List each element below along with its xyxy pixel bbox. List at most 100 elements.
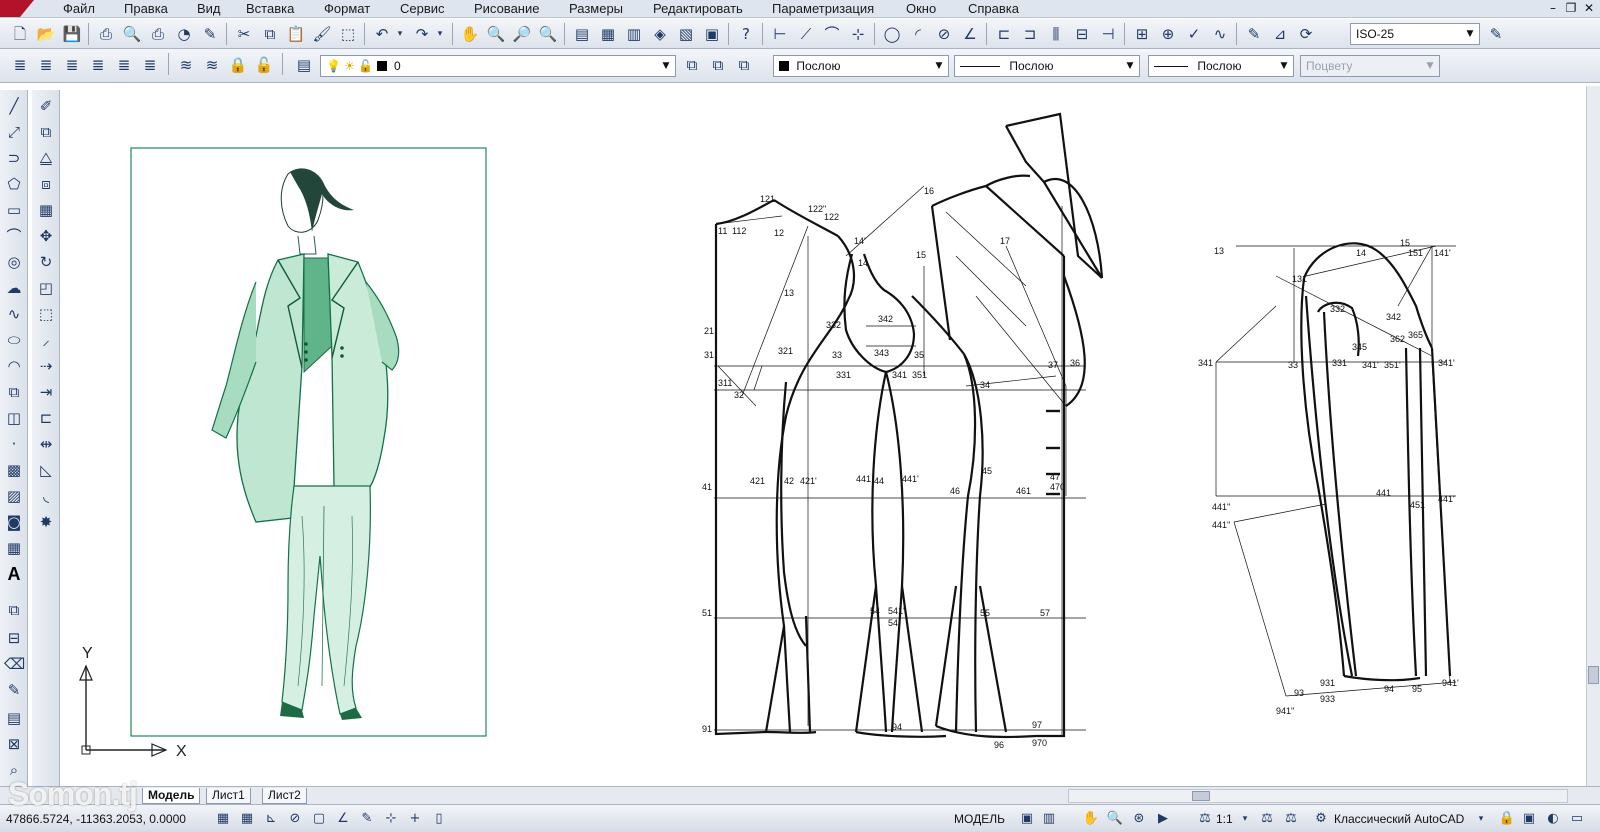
undo-icon[interactable]: ↶ [372,24,392,44]
block-editor-icon[interactable]: ⬚ [338,24,358,44]
dimstyle-manager-icon[interactable]: ✎ [1486,24,1506,44]
menu-parametric[interactable]: Параметризация [772,1,874,16]
inquiry-icon[interactable]: ⊠ [4,734,24,754]
layer-unlock-icon[interactable]: 🔓 [254,55,274,75]
lwt-icon[interactable]: + [406,810,424,828]
layer-match-icon[interactable]: ⧉ [708,55,728,75]
hatch-icon[interactable]: ▩ [4,460,24,480]
dim-edit-icon[interactable]: ✎ [1244,24,1264,44]
menu-insert[interactable]: Вставка [246,1,294,16]
paste-icon[interactable]: 📋 [286,24,306,44]
restore-icon[interactable]: ❐ [1564,2,1578,16]
menu-help[interactable]: Справка [968,1,1019,16]
draw-order-icon[interactable]: ⊟ [4,628,24,648]
revision-cloud-icon[interactable]: ☁ [4,278,24,298]
menu-modify[interactable]: Редактировать [653,1,743,16]
insert-block-icon[interactable]: ⧉ [4,382,24,402]
edit-icon[interactable]: ✎ [4,680,24,700]
jogged-linear-icon[interactable]: ∿ [1210,24,1230,44]
extend-icon[interactable]: ⇢ [36,356,56,376]
make-current-icon[interactable]: ⧉ [682,55,702,75]
move-icon[interactable]: ✥ [36,226,56,246]
redo-dropdown-icon[interactable]: ▾ [434,24,446,44]
dim-ordinate-icon[interactable]: ⊹ [848,24,868,44]
circle-icon[interactable]: ◎ [4,252,24,272]
showmotion-icon[interactable]: ▶ [1154,810,1172,828]
layout-views-icon[interactable]: ▥ [1040,810,1058,828]
menu-draw[interactable]: Рисование [474,1,539,16]
polyline-icon[interactable]: ⊃ [4,148,24,168]
clean-screen-icon[interactable]: ▭ [1568,810,1586,828]
copy-icon[interactable]: ⧉ [260,24,280,44]
vertical-scroll-thumb[interactable] [1588,666,1599,684]
region-icon[interactable]: ◙ [4,512,24,532]
layer-on-icon[interactable]: ≋ [202,55,222,75]
save-icon[interactable]: 💾 [62,24,82,44]
close-icon[interactable]: ✕ [1582,2,1596,16]
annotation-scale-icon[interactable]: ⚖ [1196,810,1214,828]
chevron-down-icon[interactable]: ▾ [1240,810,1250,828]
new-file-icon[interactable]: 🗋 [10,24,30,44]
ducs-icon[interactable]: ✎ [358,810,376,828]
linetype-select[interactable]: Послою ▼ [954,55,1140,77]
inspect-icon[interactable]: ✓ [1184,24,1204,44]
workspace-label[interactable]: Классический AutoCAD [1334,812,1464,826]
menu-format[interactable]: Формат [324,1,370,16]
tool-palettes-icon[interactable]: ▥ [624,24,644,44]
horizontal-scrollbar[interactable] [1068,789,1568,803]
publish-icon[interactable]: ⎙ [148,24,168,44]
etransmit-icon[interactable]: ✎ [200,24,220,44]
gradient-icon[interactable]: ▨ [4,486,24,506]
horizontal-scroll-thumb[interactable] [1192,791,1210,801]
dim-baseline-icon[interactable]: ⊐ [1020,24,1040,44]
tab-layout2[interactable]: Лист2 [262,788,307,804]
scale-icon[interactable]: ◰ [36,278,56,298]
design-center-icon[interactable]: ▦ [598,24,618,44]
zoom-previous-icon[interactable]: 🔍 [538,24,558,44]
center-mark-icon[interactable]: ⊕ [1158,24,1178,44]
color-select[interactable]: Послою ▼ [773,55,949,77]
dim-continue-icon[interactable]: ⫼ [1046,24,1066,44]
eraser-icon[interactable]: ⌫ [4,654,25,674]
table-icon[interactable]: ▦ [4,538,24,558]
offset-icon[interactable]: ⧈ [36,174,56,194]
quick-dim-icon[interactable]: ⊏ [994,24,1014,44]
steering-wheel-icon[interactable]: ⊛ [1130,810,1148,828]
layer-unisolate-icon[interactable]: ≣ [88,55,108,75]
grid-icon[interactable]: ▦ [238,810,256,828]
multiline-text-icon[interactable]: A [4,564,24,584]
arc-icon[interactable]: ⌒ [4,226,24,246]
pan-icon[interactable]: ✋ [460,24,480,44]
undo-dropdown-icon[interactable]: ▾ [394,24,406,44]
layout-icon[interactable]: ▣ [1018,810,1036,828]
tab-layout1[interactable]: Лист1 [206,788,251,804]
print-icon[interactable]: ⎙ [96,24,116,44]
dim-radius-icon[interactable]: ◯ [882,24,902,44]
zoom-realtime-icon[interactable]: 🔍 [486,24,506,44]
print-preview-icon[interactable]: 🔍 [122,24,142,44]
redo-icon[interactable]: ↷ [412,24,432,44]
tab-model[interactable]: Модель [142,788,201,804]
zoom-status-icon[interactable]: 🔍 [1106,810,1124,828]
menu-dimension[interactable]: Размеры [569,1,623,16]
isolate-objects-icon[interactable]: ◐ [1544,810,1562,828]
annotation-visibility-icon[interactable]: ⚖ [1258,810,1276,828]
menu-view[interactable]: Вид [197,1,221,16]
menu-edit[interactable]: Правка [124,1,168,16]
match-properties-icon[interactable]: 🖌 [312,24,332,44]
layer-tool-icon[interactable]: ⧉ [4,600,24,620]
dim-text-edit-icon[interactable]: ⊿ [1270,24,1290,44]
rectangle-icon[interactable]: ▭ [4,200,24,220]
properties-small-icon[interactable]: ▤ [4,708,24,728]
autocad-logo-icon[interactable] [0,0,44,18]
copy-object-icon[interactable]: ⧉ [36,122,56,142]
lock-toolbar-icon[interactable]: 🔒 [1498,810,1516,828]
line-icon[interactable]: ╱ [4,96,24,116]
layer-isolate-icon[interactable]: ≣ [62,55,82,75]
dim-diameter-icon[interactable]: ⊘ [934,24,954,44]
explode-icon[interactable]: ✸ [36,512,56,532]
dim-break-icon[interactable]: ⊣ [1098,24,1118,44]
layer-walk-icon[interactable]: ≣ [114,55,134,75]
layer-manager-icon[interactable]: ▤ [294,55,314,75]
layer-freeze-icon[interactable]: ≣ [140,55,160,75]
